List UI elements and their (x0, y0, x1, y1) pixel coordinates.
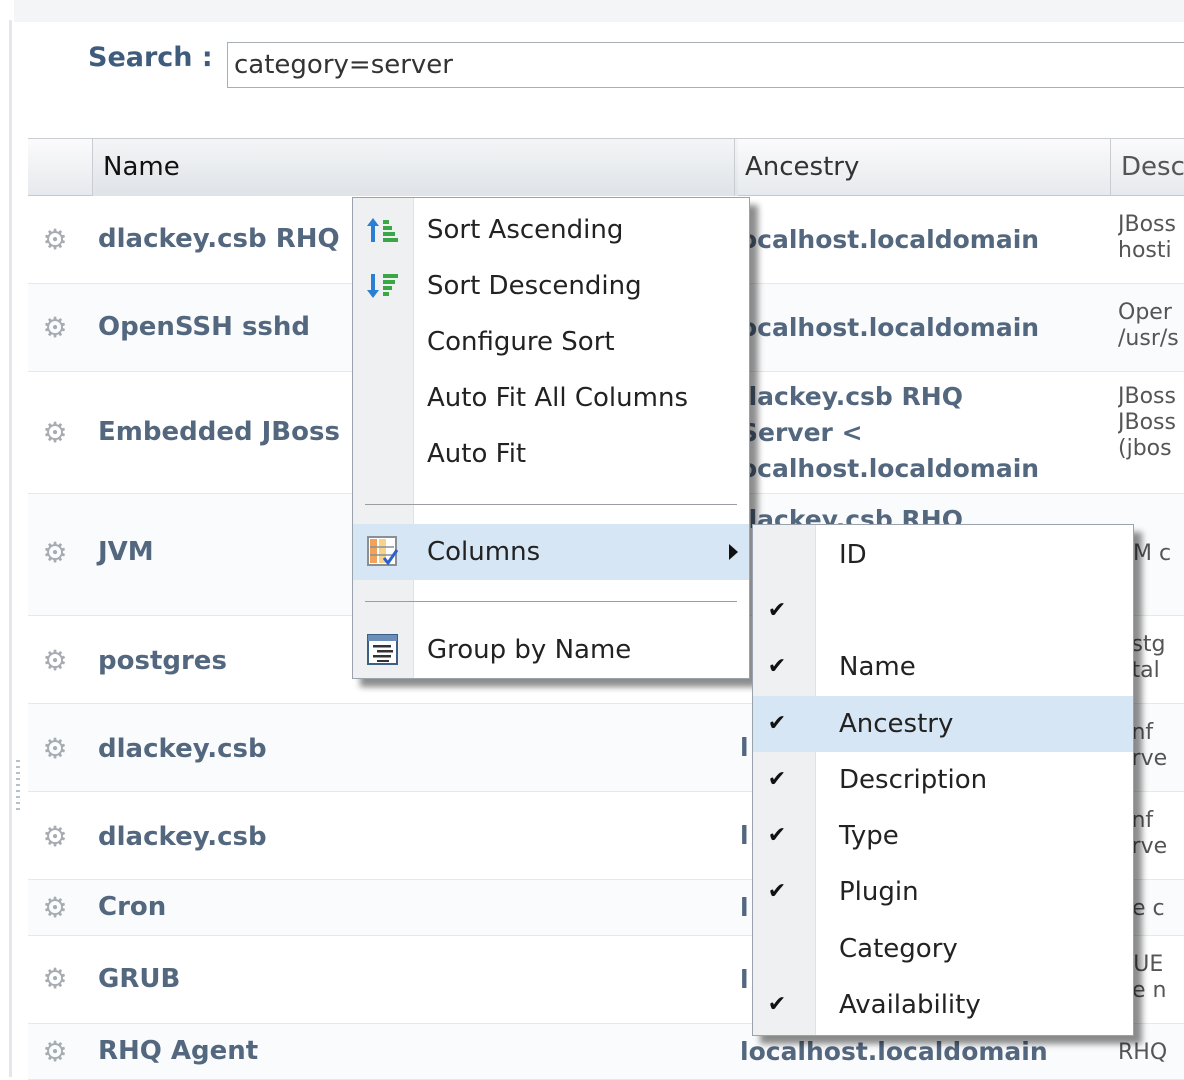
resource-name[interactable]: dlackey.csb RHQ (98, 224, 340, 254)
checkmark-icon: ✔ (767, 992, 787, 1017)
top-strip (14, 0, 1184, 22)
menu-item-label: Type (839, 821, 899, 851)
left-panel-edge (0, 0, 20, 1077)
menu-item-label: Configure Sort (427, 327, 615, 357)
resource-ancestry[interactable]: l (740, 890, 749, 926)
resource-ancestry[interactable]: ocalhost.localdomain (740, 310, 1039, 346)
column-toggle-availability[interactable]: ✔ Availability (753, 977, 1133, 1033)
resource-name[interactable]: dlackey.csb (98, 734, 267, 764)
menu-item-label: Sort Descending (427, 271, 642, 301)
menu-item-label: Sort Ascending (427, 215, 624, 245)
column-toggle-description[interactable]: ✔ Description (753, 752, 1133, 808)
gear-icon: ⚙ (42, 820, 68, 853)
resize-handle[interactable] (16, 760, 20, 810)
column-header-description[interactable]: Desc (1110, 139, 1184, 196)
checkmark-icon: ✔ (767, 654, 787, 679)
menu-item-auto-fit[interactable]: Auto Fit (353, 426, 749, 482)
menu-item-columns[interactable]: Columns (353, 524, 749, 580)
search-label: Search : (88, 42, 213, 73)
menu-item-label: Availability (839, 990, 981, 1020)
checkmark-icon: ✔ (767, 598, 787, 623)
resource-ancestry[interactable]: l (740, 818, 749, 854)
sort-descending-icon (367, 274, 398, 298)
gear-icon: ⚙ (42, 416, 68, 449)
menu-separator (365, 504, 737, 505)
menu-item-sort-descending[interactable]: Sort Descending (353, 258, 749, 314)
search-bar: Search : (22, 22, 1184, 138)
menu-item-label: Columns (427, 537, 541, 567)
column-header-name[interactable]: Name (92, 139, 738, 196)
menu-item-sort-ascending[interactable]: Sort Ascending (353, 202, 749, 258)
submenu-arrow-icon (729, 544, 738, 560)
checkmark-icon: ✔ (767, 767, 787, 792)
column-toggle-category[interactable]: Category (753, 921, 1133, 977)
column-header-ancestry[interactable]: Ancestry (734, 139, 1114, 196)
menu-item-label: Ancestry (839, 709, 954, 739)
menu-item-label: Group by Name (427, 635, 632, 665)
column-toggle-unnamed[interactable]: ✔ (753, 583, 1133, 639)
resource-name[interactable]: dlackey.csb (98, 822, 267, 852)
resource-name[interactable]: Cron (98, 892, 166, 922)
resource-description: Oper /usr/s (1118, 300, 1179, 351)
column-toggle-type[interactable]: ✔ Type (753, 808, 1133, 864)
resource-name[interactable]: postgres (98, 646, 227, 676)
column-toggle-name[interactable]: ✔ Name (753, 639, 1133, 695)
gear-icon: ⚙ (42, 223, 68, 256)
menu-item-auto-fit-all-columns[interactable]: Auto Fit All Columns (353, 370, 749, 426)
gear-icon: ⚙ (42, 311, 68, 344)
menu-item-label: Name (839, 652, 916, 682)
resource-description: JBoss JBoss (jbos (1118, 384, 1176, 461)
checkmark-icon: ✔ (767, 879, 787, 904)
menu-item-label: Plugin (839, 877, 919, 907)
resource-description: RHQ (1118, 1040, 1168, 1065)
gear-icon: ⚙ (42, 732, 68, 765)
gear-icon: ⚙ (42, 1035, 68, 1068)
menu-item-label: ID (839, 540, 867, 570)
gear-icon: ⚙ (42, 536, 68, 569)
gear-icon: ⚙ (42, 644, 68, 677)
panel-divider (9, 20, 12, 1077)
menu-item-label: Auto Fit All Columns (427, 383, 688, 413)
resource-name[interactable]: JVM (98, 537, 154, 567)
resource-ancestry[interactable]: llackey.csb RHQ Server < ocalhost.locald… (740, 379, 1039, 487)
columns-submenu: ID ✔ ✔ Name ✔ Ancestry ✔ Description ✔ T… (752, 524, 1134, 1036)
column-header-context-menu: Sort Ascending Sort Descending Configure… (352, 197, 750, 679)
resource-description: JBoss hosti (1118, 212, 1176, 263)
column-toggle-id[interactable]: ID (753, 527, 1133, 583)
resource-name[interactable]: RHQ Agent (98, 1036, 258, 1066)
resource-ancestry[interactable]: ocalhost.localdomain (740, 222, 1039, 258)
resource-ancestry[interactable]: l (740, 962, 749, 998)
columns-icon (367, 536, 399, 566)
menu-separator (365, 601, 737, 602)
gear-icon: ⚙ (42, 891, 68, 924)
resource-ancestry[interactable]: l (740, 730, 749, 766)
checkmark-icon: ✔ (767, 711, 787, 736)
menu-item-label: Description (839, 765, 988, 795)
search-input[interactable] (227, 42, 1184, 88)
checkmark-icon: ✔ (767, 823, 787, 848)
resource-ancestry[interactable]: localhost.localdomain (740, 1034, 1048, 1070)
gear-icon: ⚙ (42, 962, 68, 995)
resource-name[interactable]: Embedded JBoss (98, 417, 340, 447)
grid-header: Name Ancestry Desc (28, 138, 1184, 196)
menu-item-label: Category (839, 934, 958, 964)
menu-item-label: Auto Fit (427, 439, 527, 469)
menu-item-group-by-name[interactable]: Group by Name (353, 622, 749, 678)
menu-item-configure-sort[interactable]: Configure Sort (353, 314, 749, 370)
resource-name[interactable]: GRUB (98, 964, 180, 994)
group-icon (367, 634, 398, 665)
column-toggle-ancestry[interactable]: ✔ Ancestry (753, 696, 1133, 752)
sort-ascending-icon (367, 218, 398, 242)
resource-name[interactable]: OpenSSH sshd (98, 312, 310, 342)
column-toggle-plugin[interactable]: ✔ Plugin (753, 864, 1133, 920)
